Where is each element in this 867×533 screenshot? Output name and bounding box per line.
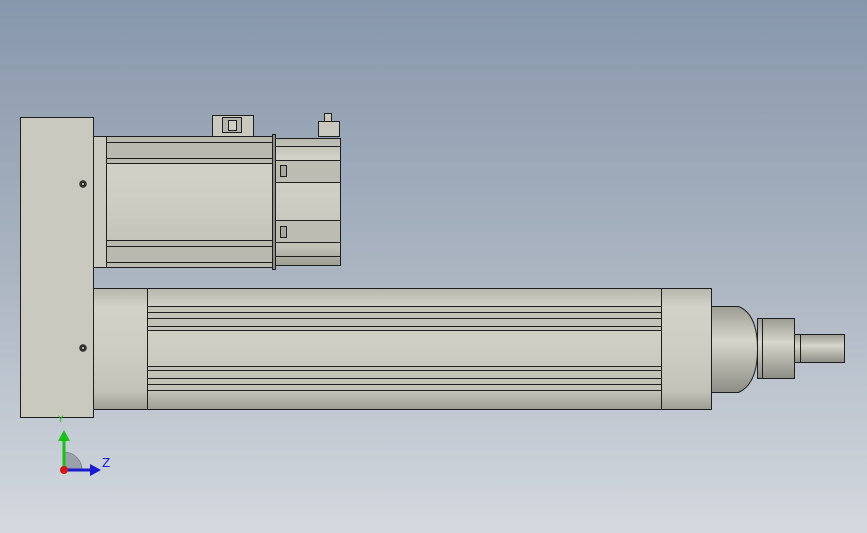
piston-rod[interactable] — [794, 334, 845, 363]
servo-motor[interactable] — [93, 134, 341, 270]
axis-triad-icon — [58, 430, 101, 476]
front-flange[interactable] — [711, 306, 795, 393]
mounting-plate[interactable] — [20, 117, 94, 418]
motor-connector[interactable] — [212, 115, 254, 137]
graphics-viewport[interactable]: Y Z — [0, 0, 867, 533]
actuator-body[interactable] — [93, 288, 712, 410]
encoder-connector[interactable] — [318, 113, 340, 137]
axis-z-label: Z — [102, 456, 111, 470]
cad-model[interactable] — [0, 0, 867, 533]
axis-y-label: Y — [58, 415, 64, 425]
